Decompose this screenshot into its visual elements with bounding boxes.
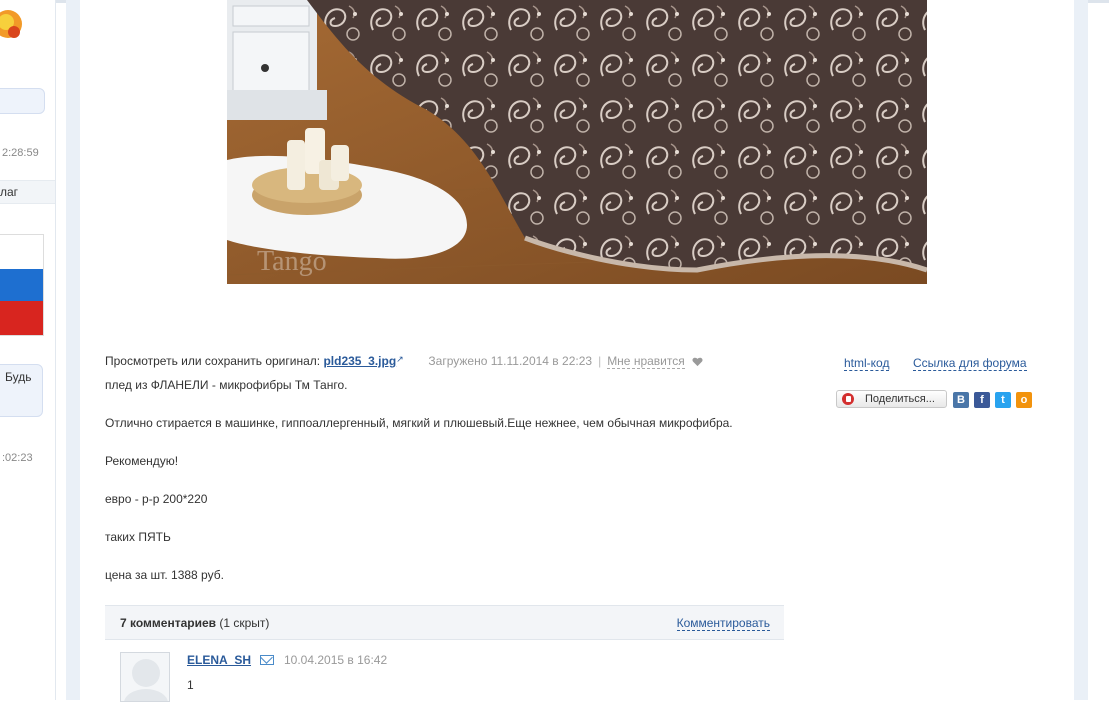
html-code-link[interactable]: html-код xyxy=(844,356,890,371)
sidebar-row-label: лаг xyxy=(0,185,19,199)
hidden-count: (1 скрыт) xyxy=(219,616,270,630)
twitter-icon[interactable]: t xyxy=(995,392,1011,408)
blanket-photo[interactable]: Tango xyxy=(227,0,927,284)
facebook-icon[interactable]: f xyxy=(974,392,990,408)
view-original-label: Просмотреть или сохранить оригинал: xyxy=(105,354,321,368)
like-button[interactable]: Мне нравится xyxy=(607,354,685,369)
card-shadow-right xyxy=(1074,0,1088,700)
external-link-icon: ↗ xyxy=(396,354,404,364)
mail-icon[interactable] xyxy=(260,655,274,665)
comment-author-link[interactable]: ELENA_SH xyxy=(187,653,251,667)
separator: | xyxy=(598,354,602,368)
share-label: Поделиться... xyxy=(865,393,935,405)
sidebar-box-label: Будь xyxy=(5,370,32,384)
vkontakte-icon[interactable]: B xyxy=(953,392,969,408)
share-button[interactable]: Поделиться... xyxy=(836,390,947,408)
comments-count-label: 7 комментариев xyxy=(120,616,217,630)
description-line: таких ПЯТЬ xyxy=(105,530,171,544)
comment-avatar[interactable] xyxy=(120,652,170,702)
photo-card: Tango Просмотреть или сохранить оригинал… xyxy=(80,0,1074,702)
odnoklassniki-icon[interactable]: о xyxy=(1016,392,1032,408)
share-icon xyxy=(842,393,854,405)
description-line: плед из ФЛАНЕЛИ - микрофибры Тм Танго. xyxy=(105,378,348,392)
forum-link[interactable]: Ссылка для форума xyxy=(913,356,1027,371)
watermark-text: Tango xyxy=(257,246,327,277)
left-sidebar: 2:28:59 лаг Будь :02:23 xyxy=(0,0,56,700)
comments-header: 7 комментариев (1 скрыт) Комментировать xyxy=(105,605,784,640)
description-line: цена за шт. 1388 руб. xyxy=(105,568,224,582)
sidebar-box[interactable]: Будь xyxy=(0,364,43,417)
card-shadow-left xyxy=(66,0,80,700)
description-line: Отлично стирается в машинке, гиппоаллерг… xyxy=(105,416,733,430)
comment-date: 10.04.2015 в 16:42 xyxy=(284,653,388,667)
photo-meta: Просмотреть или сохранить оригинал: pld2… xyxy=(105,354,703,369)
sidebar-time: 2:28:59 xyxy=(2,147,39,159)
russian-flag-image xyxy=(0,234,44,336)
user-silhouette-icon xyxy=(124,659,168,701)
description-line: евро - р-р 200*220 xyxy=(105,492,208,506)
sidebar-row[interactable]: лаг xyxy=(0,180,55,204)
comment-text: 1 xyxy=(187,678,194,692)
user-avatar-icon[interactable] xyxy=(0,4,28,44)
sidebar-pill[interactable] xyxy=(0,88,45,114)
add-comment-link[interactable]: Комментировать xyxy=(676,616,770,631)
comments-count: 7 комментариев (1 скрыт) xyxy=(120,616,269,630)
heart-icon[interactable] xyxy=(692,357,703,367)
original-file-link[interactable]: pld235_3.jpg xyxy=(323,354,396,368)
sidebar-time: :02:23 xyxy=(2,452,33,464)
description-line: Рекомендую! xyxy=(105,454,179,468)
upload-date: Загружено 11.11.2014 в 22:23 xyxy=(428,354,593,368)
